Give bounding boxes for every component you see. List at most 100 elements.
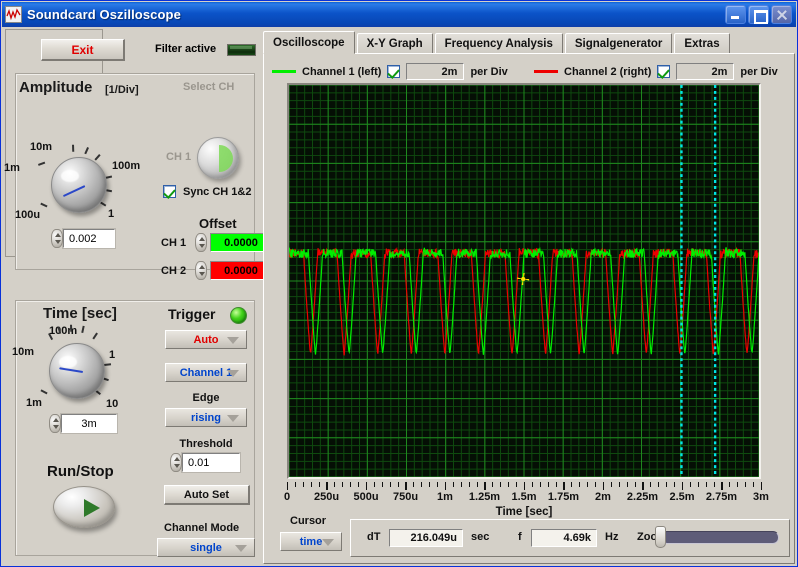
trigger-edge-value: rising [191,411,221,424]
run-stop-label: Run/Stop [47,463,114,480]
x-tick-minor [310,482,312,487]
x-tick-minor [342,482,344,487]
threshold-row: 0.01 [170,452,241,473]
x-tick-minor [531,482,533,487]
threshold-field[interactable]: 0.01 [181,452,241,473]
offset-ch2-spinner[interactable] [195,261,207,280]
x-tick-minor [294,482,296,487]
x-axis: 0 250u 500u 750u 1m 1.25m 1.5m 1.75m 2m 2.25m 2.5m… [283,482,769,518]
x-tick-minor [460,482,462,487]
x-tick-minor [421,482,423,487]
x-tick-label: 2.5m [669,491,695,503]
x-tick-minor [753,482,755,487]
x-tick-minor [571,482,573,487]
chevron-down-icon [227,415,239,422]
channel-2-header: Channel 2 (right) 2m per Div [534,63,778,80]
f-value[interactable]: 4.69k [531,529,597,547]
chevron-down-icon [322,539,334,546]
amplitude-tick [72,144,74,152]
amplitude-spinner[interactable] [51,229,63,248]
time-knob[interactable] [49,343,105,399]
offset-ch2-label: CH 2 [161,264,187,277]
trigger-mode-value: Auto [193,333,219,346]
x-tick-minor [334,482,336,487]
x-tick-minor [745,482,747,487]
threshold-spinner[interactable] [170,453,182,472]
trigger-mode-select[interactable]: Auto [165,330,247,349]
amplitude-knob-label-1m: 1m [4,162,20,174]
offset-row-ch1: CH 1 0.0000 [161,233,272,252]
x-tick-minor [452,482,454,487]
exit-button[interactable]: Exit [41,39,125,61]
time-knob-label-1m: 1m [26,397,42,409]
channel-1-per-div-value[interactable]: 2m [406,63,465,80]
trigger-edge-select[interactable]: rising [165,408,247,427]
sync-ch-checkbox[interactable] [163,185,176,198]
time-value-field[interactable]: 3m [60,413,118,434]
x-tick-minor [713,482,715,487]
auto-set-button[interactable]: Auto Set [164,485,250,505]
channel-2-per-div-value[interactable]: 2m [676,63,735,80]
x-tick-label: 250u [313,491,340,503]
time-tick [70,324,72,332]
amplitude-value-row: 0.002 [51,228,116,249]
run-stop-button[interactable] [53,486,115,528]
zoom-slider-thumb[interactable] [655,526,666,548]
x-tick-major [760,482,762,490]
x-tick-minor [729,482,731,487]
trigger-title: Trigger [168,306,216,322]
title-bar: Soundcard Oszilloscope [2,2,796,27]
right-panel: Oscilloscope X-Y Graph Frequency Analysi… [263,31,795,564]
zoom-slider-track[interactable] [661,531,779,544]
cursor-mode-select[interactable]: time [280,532,342,551]
x-tick-label: 2.75m [705,491,738,503]
x-tick-minor [492,482,494,487]
x-tick-label: 1.75m [547,491,580,503]
select-ch-knob[interactable] [197,137,239,179]
offset-ch1-spinner[interactable] [195,233,207,252]
channel-1-label: Channel 1 (left) [302,65,382,78]
channel-2-enable-checkbox[interactable] [657,65,671,78]
channel-1-enable-checkbox[interactable] [387,65,401,78]
trigger-source-value: Channel 1 [179,366,233,379]
oscilloscope-plot[interactable] [287,83,761,479]
x-tick-minor [381,482,383,487]
channel-mode-select[interactable]: single [157,538,255,557]
minimize-icon[interactable] [725,5,746,24]
x-tick-major [602,482,604,490]
x-tick-minor [610,482,612,487]
x-tick-minor [358,482,360,487]
x-tick-minor [689,482,691,487]
dt-value[interactable]: 216.049u [389,529,463,547]
amplitude-knob[interactable] [51,157,107,213]
x-tick-label: 0 [283,491,291,503]
amplitude-knob-label-10m: 10m [30,141,53,153]
channel-1-color-swatch [272,70,296,73]
chevron-down-icon [235,545,247,552]
tab-oscilloscope[interactable]: Oscilloscope [263,31,355,54]
trigger-source-select[interactable]: Channel 1 [165,363,247,382]
tab-frequency-analysis[interactable]: Frequency Analysis [434,33,563,54]
time-knob-label-1: 1 [109,349,116,361]
filter-active-label: Filter active [155,43,217,55]
x-tick-minor [737,482,739,487]
tab-strip: Oscilloscope X-Y Graph Frequency Analysi… [263,31,732,54]
window-controls [725,5,794,24]
x-tick-minor [429,482,431,487]
x-tick-label: 2m [595,491,611,503]
x-tick-minor [516,482,518,487]
amplitude-knob-label-100u: 100u [15,209,41,221]
tab-extras[interactable]: Extras [674,33,730,54]
time-spinner[interactable] [49,414,61,433]
amplitude-value-field[interactable]: 0.002 [62,228,116,249]
offset-row-ch2: CH 2 0.0000 [161,261,272,280]
close-icon[interactable] [771,5,792,24]
x-tick-minor [705,482,707,487]
cursor-bar: Cursor time dT 216.049u sec f 4.69k Hz Z… [268,515,792,561]
maximize-icon[interactable] [748,5,769,24]
x-tick-minor [697,482,699,487]
tab-signalgenerator[interactable]: Signalgenerator [564,33,673,54]
x-tick-major [681,482,683,490]
tab-xy-graph[interactable]: X-Y Graph [356,33,433,54]
x-tick-major [444,482,446,490]
